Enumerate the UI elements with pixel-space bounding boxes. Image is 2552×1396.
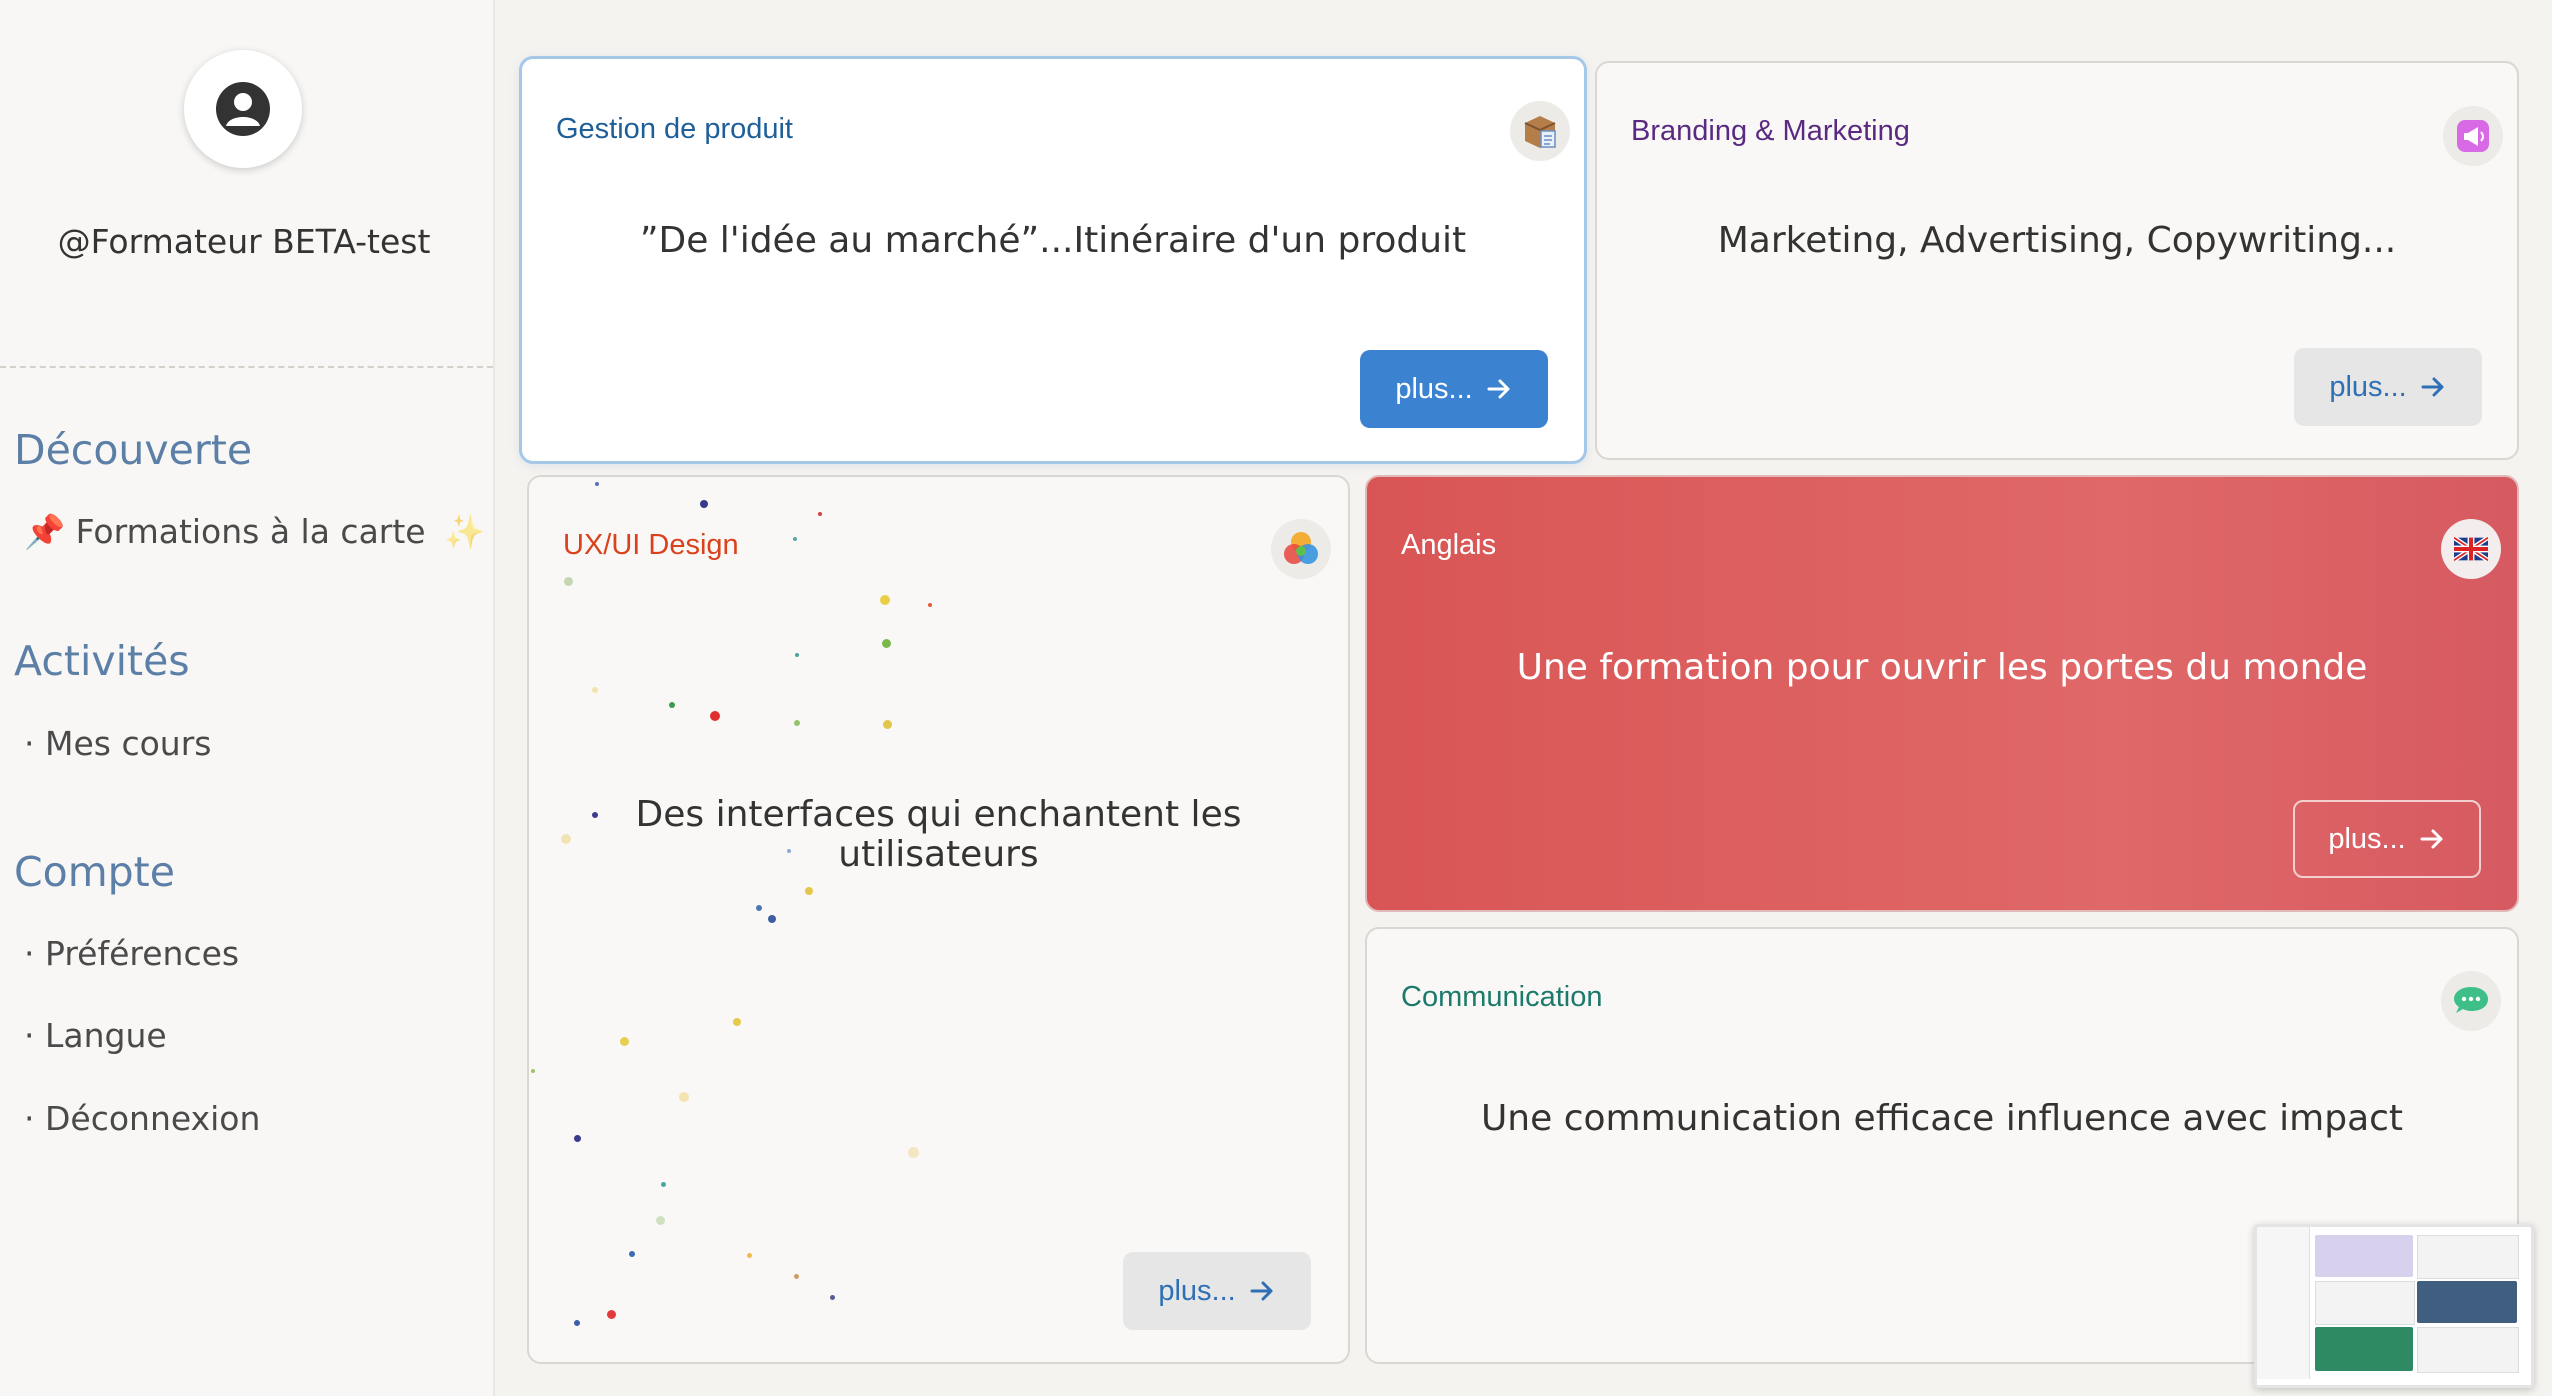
- nav-item-langue[interactable]: · Langue: [24, 1016, 167, 1055]
- card-description: Une formation pour ouvrir les portes du …: [1516, 647, 2368, 688]
- nav-item-label: Formations à la carte: [75, 512, 426, 551]
- bullet: ·: [24, 1099, 35, 1138]
- card-description: ”De l'idée au marché”...Itinéraire d'un …: [639, 220, 1467, 261]
- section-title-compte: Compte: [14, 848, 175, 896]
- card-title: Anglais: [1401, 529, 1497, 561]
- card-description: Une communication efficace influence ave…: [1480, 1098, 2404, 1139]
- card-anglais[interactable]: Anglais Une formation pour ouvrir les po…: [1365, 475, 2519, 912]
- card-gestion-produit[interactable]: Gestion de produit ”De l'idée au marché”…: [519, 56, 1587, 464]
- plus-button[interactable]: plus...: [1360, 350, 1548, 428]
- color-circles-icon: [1271, 519, 1331, 579]
- arrow-right-icon: [1250, 1281, 1273, 1301]
- megaphone-icon: [2443, 106, 2503, 166]
- card-branding-marketing[interactable]: Branding & Marketing Marketing, Advertis…: [1595, 61, 2519, 460]
- sparkles-icon: ✨: [444, 512, 486, 551]
- card-title: UX/UI Design: [563, 529, 739, 561]
- arrow-right-icon: [1487, 379, 1510, 399]
- sidebar: @Formateur BETA-test Découverte 📌 Format…: [0, 0, 495, 1396]
- package-icon: [1510, 101, 1570, 161]
- bullet: ·: [24, 934, 35, 973]
- plus-button[interactable]: plus...: [1123, 1252, 1311, 1330]
- bullet: ·: [24, 724, 35, 763]
- card-title: Gestion de produit: [556, 113, 793, 145]
- nav-item-mes-cours[interactable]: · Mes cours: [24, 724, 211, 763]
- user-icon: [216, 82, 270, 136]
- nav-item-formations[interactable]: 📌 Formations à la carte ✨: [24, 512, 485, 552]
- pin-icon: 📌: [24, 512, 66, 551]
- arrow-right-icon: [2420, 829, 2443, 849]
- plus-button-label: plus...: [2329, 370, 2407, 403]
- bullet: ·: [24, 1016, 35, 1055]
- plus-button-label: plus...: [2328, 822, 2406, 855]
- avatar[interactable]: [184, 50, 302, 168]
- uk-flag-icon: [2441, 519, 2501, 579]
- nav-item-label: Préférences: [45, 934, 240, 973]
- plus-button-label: plus...: [1158, 1274, 1236, 1307]
- speech-bubble-icon: [2441, 971, 2501, 1031]
- nav-item-label: Langue: [45, 1016, 167, 1055]
- card-description: Marketing, Advertising, Copywriting...: [1717, 220, 2397, 261]
- section-title-activites: Activités: [14, 637, 190, 685]
- nav-item-label: Mes cours: [45, 724, 212, 763]
- username: @Formateur BETA-test: [57, 222, 431, 261]
- nav-item-deconnexion[interactable]: · Déconnexion: [24, 1099, 260, 1138]
- section-title-decouverte: Découverte: [14, 426, 253, 474]
- plus-button-label: plus...: [1395, 372, 1473, 405]
- card-ux-ui-design[interactable]: UX/UI Design Des interfaces qui enchante…: [527, 475, 1350, 1364]
- divider: [0, 366, 493, 368]
- nav-item-preferences[interactable]: · Préférences: [24, 934, 239, 973]
- card-description: Des interfaces qui enchantent les utilis…: [635, 794, 1242, 875]
- plus-button[interactable]: plus...: [2294, 348, 2482, 426]
- nav-item-label: Déconnexion: [45, 1099, 261, 1138]
- plus-button[interactable]: plus...: [2293, 800, 2481, 878]
- arrow-right-icon: [2421, 377, 2444, 397]
- page-minimap[interactable]: [2254, 1224, 2534, 1388]
- card-title: Communication: [1401, 981, 1603, 1013]
- card-title: Branding & Marketing: [1631, 115, 1910, 147]
